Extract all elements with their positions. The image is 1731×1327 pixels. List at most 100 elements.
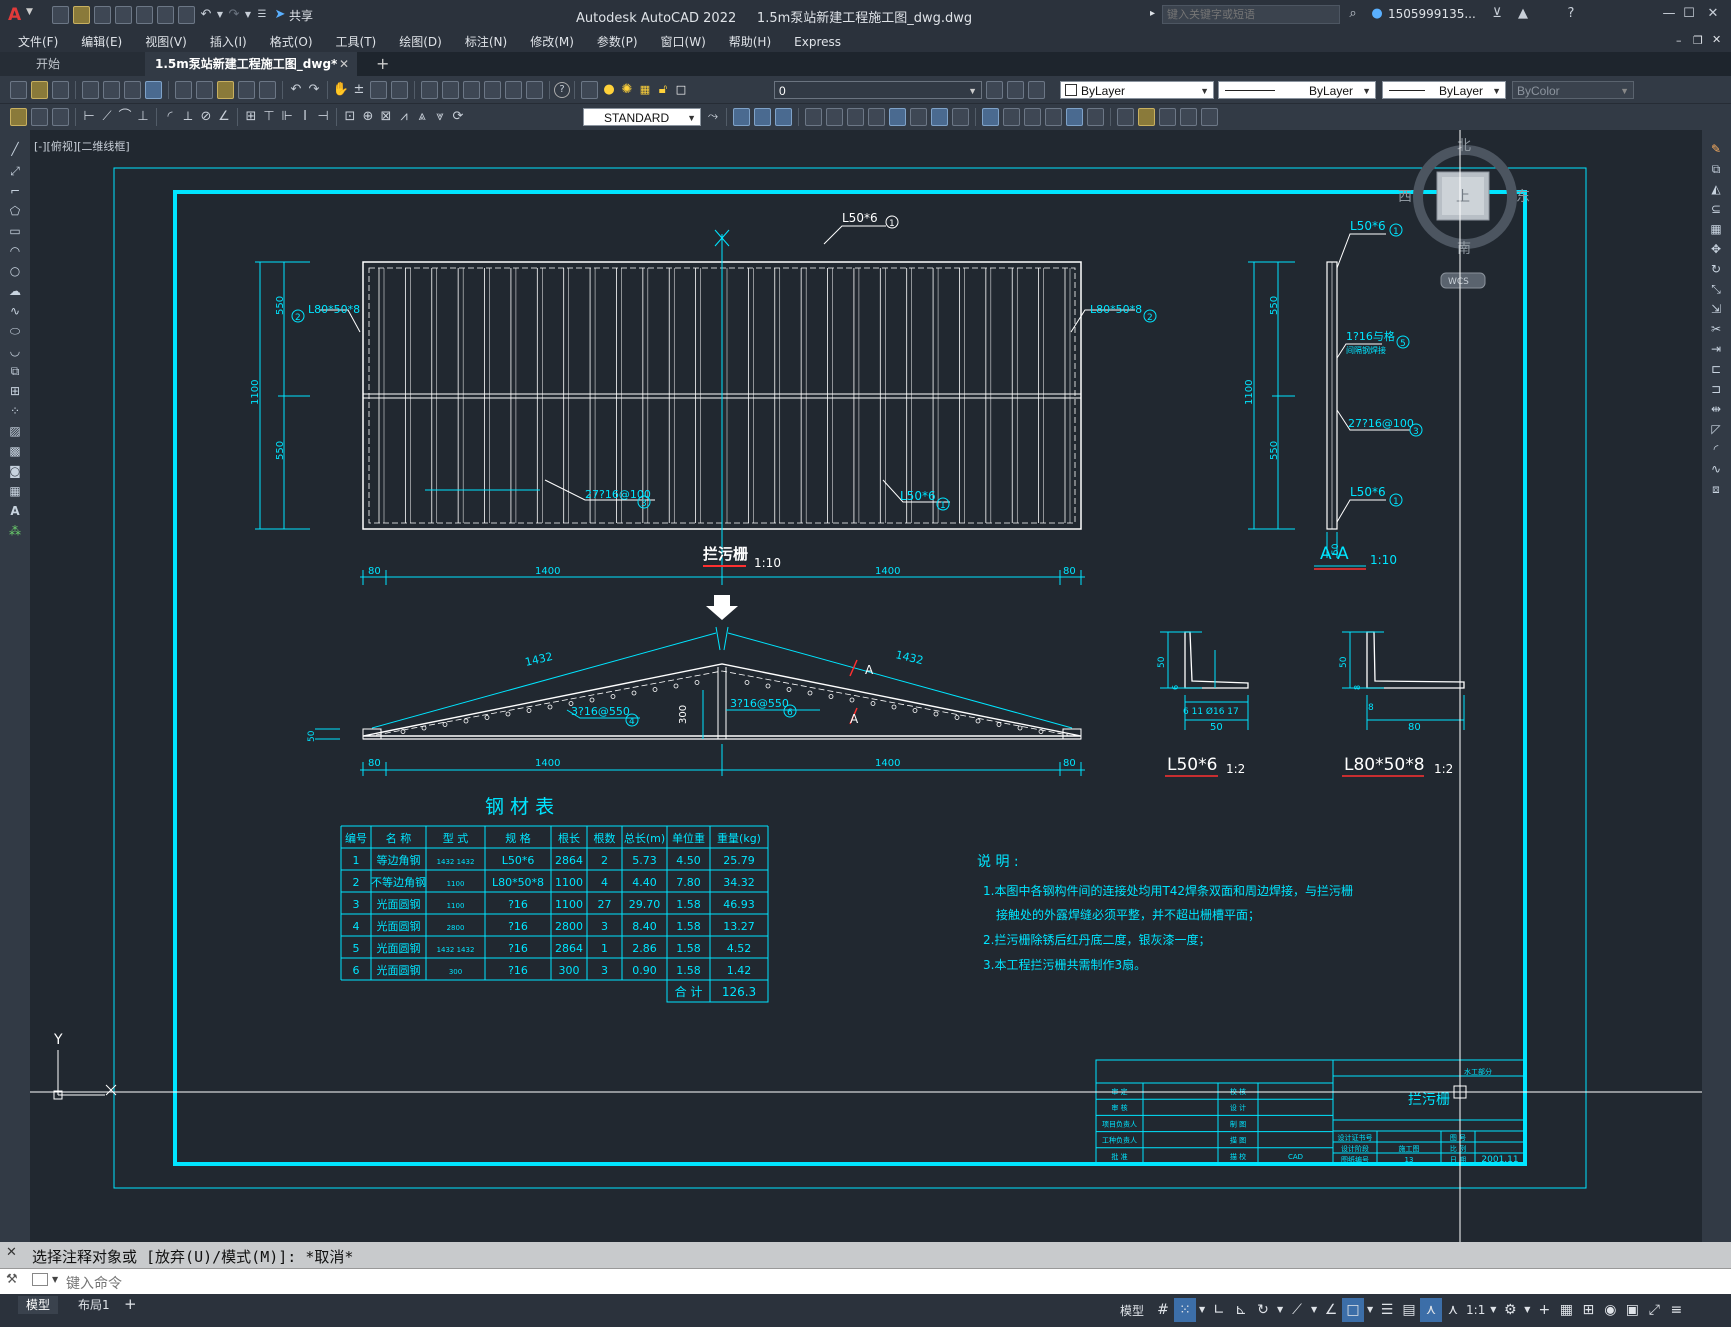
tb-help-icon[interactable]: ? [554, 82, 570, 98]
save-icon[interactable] [94, 6, 111, 24]
undo-dropdown-icon[interactable]: ▼ [215, 6, 225, 24]
r-trim-icon[interactable]: ✂ [1707, 320, 1725, 338]
inspect-icon[interactable]: ⊠ [377, 108, 395, 126]
menu-edit[interactable]: 编辑(E) [81, 33, 122, 50]
clean-screen-icon[interactable]: ⤢ [1643, 1298, 1665, 1322]
layer-dropdown-icon[interactable]: ▼ [968, 82, 977, 100]
r-chamfer-icon[interactable]: ◸ [1707, 420, 1725, 438]
drawing-viewport[interactable]: [-][俯视][二维线框] 550 550 1100 80 1400 1400 … [30, 130, 1702, 1242]
r-mirror-icon[interactable]: ◭ [1707, 180, 1725, 198]
menu-format[interactable]: 格式(O) [270, 33, 313, 50]
cart-icon[interactable]: ⊻ [1488, 5, 1506, 23]
modify-fillet-icon[interactable] [1024, 108, 1041, 126]
annotation-visibility-icon[interactable]: ⋏ [1420, 1298, 1443, 1322]
snap-dropdown-icon[interactable]: ▼ [1196, 1298, 1208, 1322]
tb-zoom-window-icon[interactable] [370, 81, 387, 99]
color-dropdown-icon[interactable]: ▼ [1200, 82, 1209, 100]
dim-baseline-icon[interactable]: ⊤ [260, 108, 278, 126]
open-web-icon[interactable] [136, 6, 153, 24]
layer-previous-icon[interactable] [1007, 81, 1024, 99]
infer-constraints-icon[interactable]: ∟ [1208, 1298, 1230, 1322]
osnap-dropdown-icon[interactable]: ▼ [1364, 1298, 1376, 1322]
menu-tools[interactable]: 工具(T) [336, 33, 377, 50]
lineweight-combo[interactable]: ByLayer ▼ [1382, 81, 1506, 99]
draw-xline-icon[interactable]: ⤢ [6, 162, 24, 180]
doc-close-icon[interactable]: ✕ [1712, 33, 1721, 46]
layer-vp-icon[interactable]: ▦ [636, 81, 654, 99]
modify-extend-icon[interactable] [931, 108, 948, 126]
polar-dropdown-icon[interactable]: ▼ [1274, 1298, 1286, 1322]
layer-combo[interactable]: 0 ▼ [774, 81, 982, 99]
minimize-icon[interactable]: — [1660, 5, 1678, 23]
jogged-linear-icon[interactable]: ⩘ [395, 108, 413, 126]
menu-file[interactable]: 文件(F) [18, 33, 58, 50]
layout-tab-model[interactable]: 模型 [18, 1296, 59, 1314]
tb-preview-icon[interactable] [103, 81, 120, 99]
draw-ellipse-arc-icon[interactable]: ◡ [6, 342, 24, 360]
dim-continue-icon[interactable]: ⊩ [278, 108, 296, 126]
layer-make-current-icon[interactable] [986, 81, 1003, 99]
tb-toolpalette-icon[interactable] [463, 81, 480, 99]
dim-quick-icon[interactable]: ⊞ [242, 108, 260, 126]
color-combo[interactable]: ByLayer ▼ [1060, 81, 1214, 99]
dimstyle-manager-icon[interactable]: ⤳ [704, 108, 722, 126]
tb-new-icon[interactable] [10, 81, 27, 99]
tb-publish-icon[interactable] [124, 81, 141, 99]
dim-jogged-icon[interactable]: ⟂ [179, 108, 197, 126]
isodraft-icon[interactable]: ⟋ [1286, 1298, 1308, 1322]
modify-draworder-icon[interactable] [1201, 108, 1218, 126]
autodesk-app-icon[interactable]: ▲ [1514, 5, 1532, 23]
customize-qat-icon[interactable]: ☰ [253, 6, 271, 24]
menu-help[interactable]: 帮助(H) [729, 33, 771, 50]
open-icon[interactable] [73, 6, 90, 24]
modify-move-icon[interactable] [826, 108, 843, 126]
search-input[interactable] [1163, 6, 1339, 23]
dim-ordinate-icon[interactable]: ⊥ [134, 108, 152, 126]
tb-designcenter-icon[interactable] [442, 81, 459, 99]
modify-erase-icon[interactable] [1066, 108, 1083, 126]
user-name[interactable]: 1505999135... [1388, 7, 1476, 21]
help-icon[interactable]: ? [1562, 5, 1580, 23]
ortho-icon[interactable]: ⊾ [1230, 1298, 1252, 1322]
r-break-icon[interactable]: ⊐ [1707, 380, 1725, 398]
tb-zoom-realtime-icon[interactable]: ± [350, 81, 368, 99]
r-extend-icon[interactable]: ⇥ [1707, 340, 1725, 358]
workspace-dropdown-icon[interactable]: ▼ [1521, 1298, 1533, 1322]
layer-state-icon[interactable] [1028, 81, 1045, 99]
modify-lengthen-icon[interactable] [1087, 108, 1104, 126]
dim-break-icon[interactable]: ⊣ [314, 108, 332, 126]
user-icon[interactable]: ● [1368, 5, 1386, 23]
dim-angular-icon[interactable]: ∠ [215, 108, 233, 126]
maximize-icon[interactable]: ☐ [1680, 5, 1698, 23]
search-box[interactable] [1162, 5, 1340, 24]
tb-zoom-previous-icon[interactable] [391, 81, 408, 99]
close-icon[interactable]: ✕ [1704, 5, 1722, 23]
annotation-scale[interactable]: 1:1 [1466, 1303, 1485, 1317]
modify-align-icon[interactable] [1159, 108, 1176, 126]
save-web-icon[interactable] [157, 6, 174, 24]
cmd-recent-icon[interactable] [32, 1273, 48, 1286]
tab-start[interactable]: 开始 [0, 52, 145, 76]
dim-textedit-icon[interactable]: ⩔ [431, 108, 449, 126]
hardware-accel-icon[interactable]: ▣ [1621, 1298, 1643, 1322]
layer-on-icon[interactable]: ● [600, 81, 618, 99]
modify-copy-icon[interactable] [733, 108, 750, 126]
modify-break-icon[interactable] [952, 108, 969, 126]
region-icon[interactable]: ◙ [6, 462, 24, 480]
scale-dropdown-icon[interactable]: ▼ [1487, 1298, 1499, 1322]
auto-scale-icon[interactable]: ⋏ [1442, 1298, 1464, 1322]
insert-block-icon[interactable]: ⧉ [6, 362, 24, 380]
menu-modify[interactable]: 修改(M) [530, 33, 574, 50]
viewcube[interactable]: 上 北 南 西 东 WCS [1398, 138, 1530, 289]
dim-edit-icon[interactable]: ⩓ [413, 108, 431, 126]
draw-circle-icon[interactable]: ○ [6, 262, 24, 280]
draw-spline-icon[interactable]: ∿ [6, 302, 24, 320]
tb-open-icon[interactable] [31, 81, 48, 99]
quick-properties-icon[interactable]: ⊞ [1577, 1298, 1599, 1322]
tb2-tp2-icon[interactable] [31, 108, 48, 126]
menu-parametric[interactable]: 参数(P) [597, 33, 638, 50]
draw-rectangle-icon[interactable]: ▭ [6, 222, 24, 240]
tb-copy-icon[interactable] [196, 81, 213, 99]
command-input[interactable] [64, 1272, 1668, 1293]
r-offset-icon[interactable]: ⊆ [1707, 200, 1725, 218]
